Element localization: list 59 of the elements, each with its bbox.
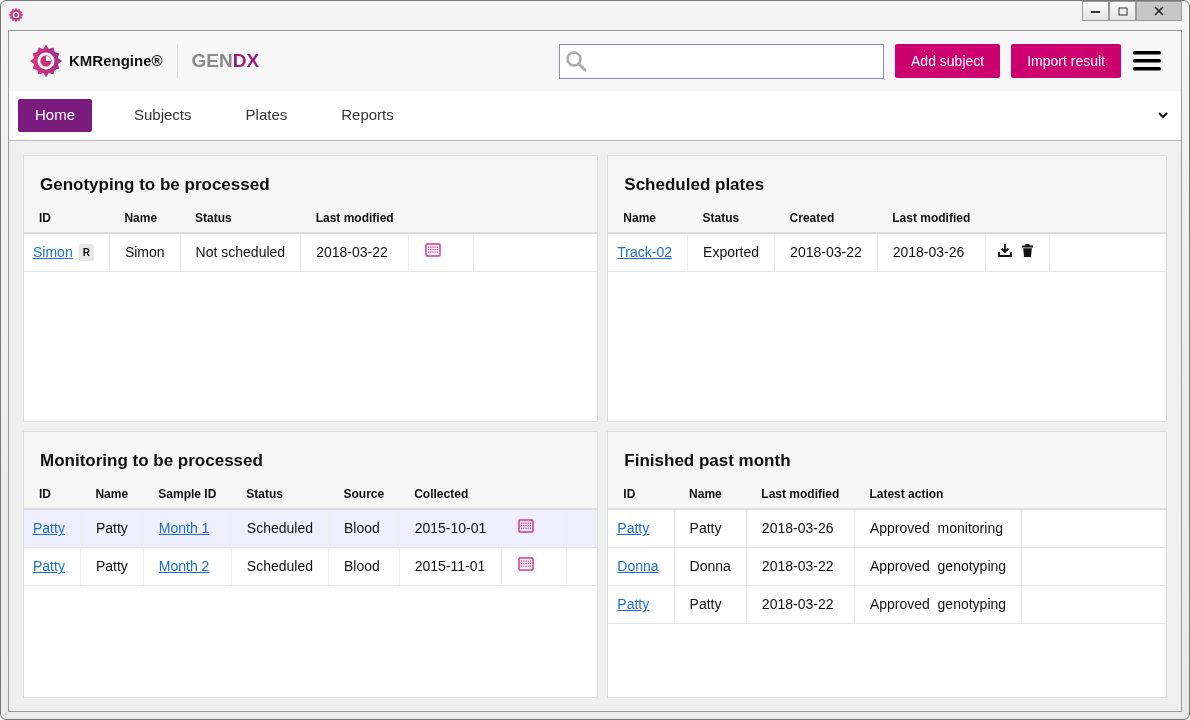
table-cell: Blood [328,509,400,548]
table-cell: Patty [674,509,747,548]
table-cell: 2018-03-26 [746,509,855,548]
search-icon [564,49,588,73]
table-cell: Donna [674,547,747,586]
close-button[interactable] [1136,1,1182,21]
panel-title: Monitoring to be processed [40,451,264,472]
table-cell: 2015-11-01 [399,547,502,586]
table-cell: Approved genotyping [854,547,1022,586]
action-button[interactable]: Add subject [895,44,1001,78]
table-cell: Scheduled [231,547,329,586]
table-link[interactable]: Patty [33,558,65,575]
close-icon [1154,6,1164,16]
partner-logo: GENDX [191,48,260,73]
panel-title: Finished past month [624,451,792,472]
calendar-icon[interactable] [518,557,535,572]
chevron-down-icon[interactable] [1158,112,1168,119]
table-cell: Not scheduled [180,233,301,272]
calendar-icon[interactable] [518,519,535,534]
nav-tab[interactable]: Plates [233,99,300,132]
trash-icon[interactable] [1021,244,1033,258]
table-cell: Approved monitoring [854,509,1022,548]
menu-icon[interactable] [1133,50,1161,72]
table-cell: 2015-10-01 [399,509,502,548]
panel-title: Scheduled plates [624,175,766,196]
table-cell: Blood [328,547,400,586]
table-cell: Approved genotyping [854,585,1022,624]
maximize-icon [1117,6,1128,16]
action-button[interactable]: Import result [1011,44,1121,78]
app-icon [8,7,24,23]
nav-tab[interactable]: Home [18,99,92,132]
table-cell: 2018-03-26 [877,233,986,272]
table-link[interactable]: Patty [617,596,650,613]
gear-logo-icon [29,44,63,78]
minimize-icon [1091,9,1100,13]
table-cell: 2018-03-22 [746,585,855,624]
table-cell: Patty [674,585,747,624]
nav-tab[interactable]: Subjects [122,99,204,132]
table-cell: 2018-03-22 [746,547,855,586]
table-link[interactable]: Donna [617,558,659,575]
table-cell: 2018-03-22 [300,233,409,272]
table-cell: Patty [80,509,144,548]
nav-tab[interactable]: Reports [329,99,406,132]
table-cell: 2018-03-22 [774,233,878,272]
table-cell: Patty [80,547,144,586]
table-link[interactable]: Simon [33,244,73,261]
table-link[interactable]: Patty [617,520,650,537]
download-icon[interactable] [997,243,1012,258]
table-cell: Scheduled [231,509,329,548]
search-field[interactable] [559,43,884,79]
table-cell: Simon [109,233,181,272]
table-link[interactable]: Month 2 [158,558,210,575]
table-link[interactable]: Track-02 [617,244,673,261]
brand-name: KMRengine® [69,50,163,71]
panel-title: Genotyping to be processed [40,175,271,196]
minimize-button[interactable] [1082,1,1109,21]
table-cell: Exported [687,233,775,272]
role-badge: R [78,244,94,262]
calendar-icon[interactable] [425,243,442,258]
